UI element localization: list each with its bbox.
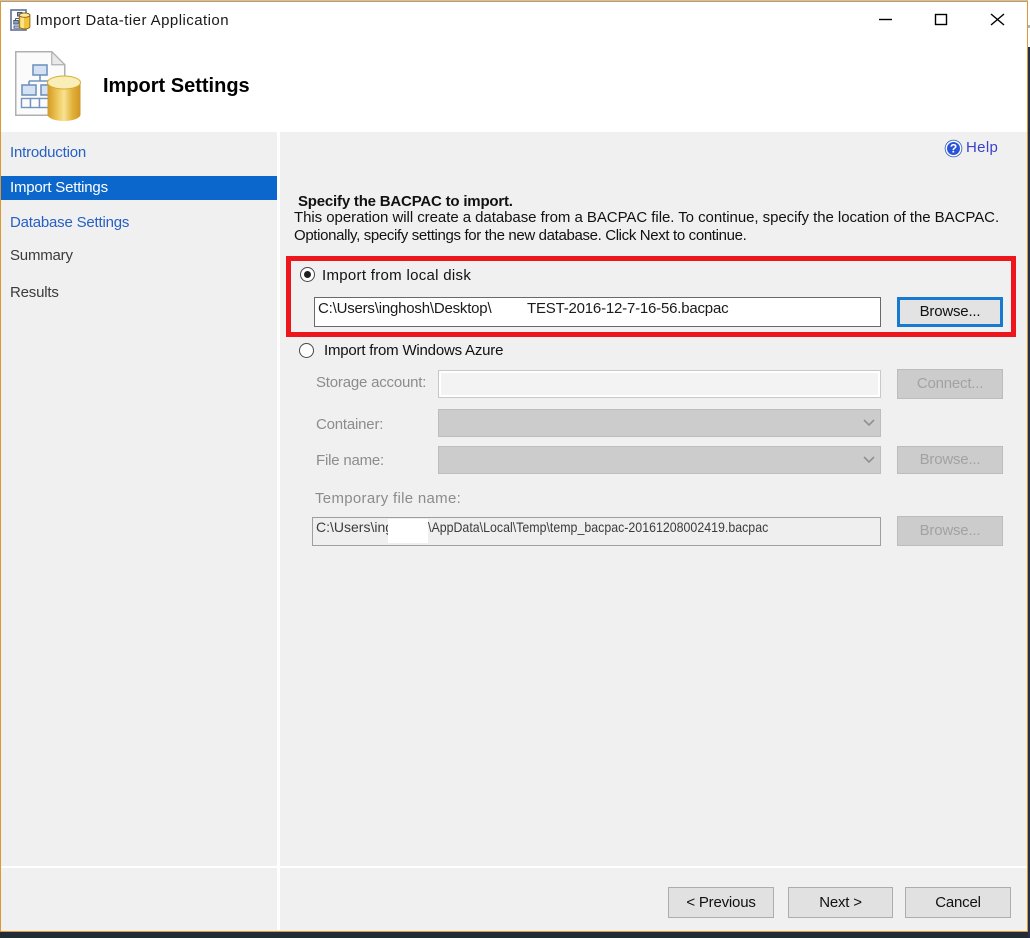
svg-text:?: ? — [950, 142, 957, 156]
